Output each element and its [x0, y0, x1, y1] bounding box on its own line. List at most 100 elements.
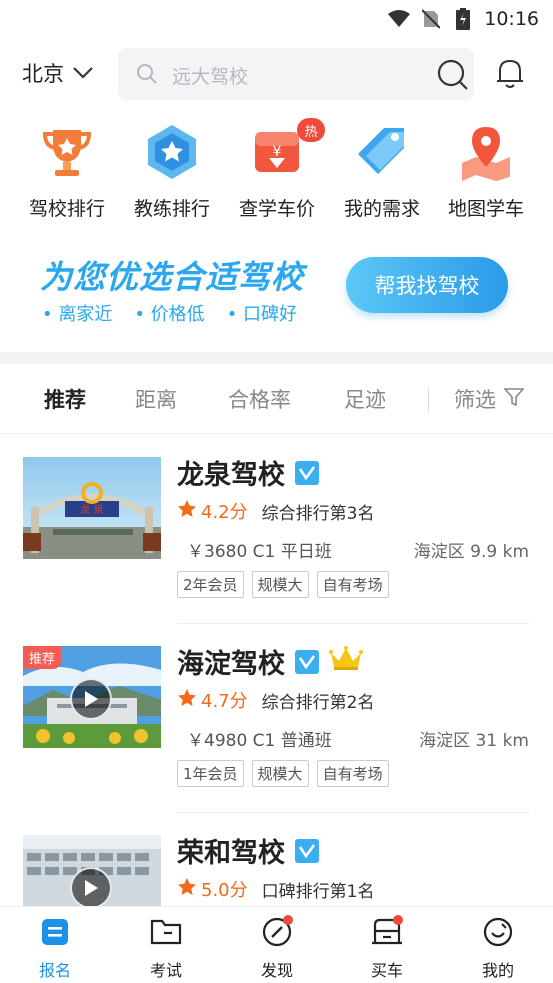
tab-history[interactable]: 足迹: [344, 384, 386, 414]
school-video-thumbnail[interactable]: [23, 835, 161, 906]
quick-nav-map[interactable]: 地图学车: [436, 118, 536, 221]
tag-icon: [332, 118, 432, 186]
car-icon: [347, 915, 427, 949]
nav-exam[interactable]: 考试: [126, 915, 206, 981]
school-list-item[interactable]: 荣和驾校 5.0分 口碑排行第1名: [0, 835, 553, 906]
quick-nav-price[interactable]: ¥ 热 查学车价: [227, 118, 327, 221]
rating-row: 4.7分 综合排行第2名: [177, 687, 374, 713]
school-tag: 2年会员: [177, 571, 244, 598]
quick-nav-label: 查学车价: [238, 198, 315, 220]
quick-nav-label: 教练排行: [133, 198, 210, 220]
nav-label: 买车: [370, 961, 403, 980]
promo-banner: 为您优选合适驾校 • 离家近 • 价格低 • 口碑好 帮我找驾校: [0, 244, 553, 334]
quick-nav-coach-rank[interactable]: 教练排行: [122, 118, 222, 221]
tab-divider: [428, 388, 429, 412]
banner-tag: • 价格低: [134, 304, 205, 325]
svg-text:龙 泉: 龙 泉: [80, 503, 103, 516]
crown-icon: [329, 645, 363, 678]
banner-tag: • 口碑好: [226, 304, 298, 325]
filter-label: 筛选: [454, 388, 496, 412]
sort-tabs: 推荐 距离 合格率 足迹 筛选: [0, 364, 553, 434]
verified-icon: [295, 460, 319, 485]
city-selector[interactable]: 北京: [22, 58, 94, 88]
rating-value: 4.7分: [201, 691, 248, 712]
star-icon: [177, 499, 197, 524]
school-tag: 自有考场: [316, 571, 389, 598]
banner-tag: • 离家近: [42, 304, 113, 325]
quick-nav-label: 驾校排行: [28, 198, 105, 220]
nav-label: 报名: [38, 961, 71, 980]
quick-nav: 驾校排行 教练排行 ¥ 热 查学车价 我的需求 地图学车: [0, 118, 553, 228]
school-name: 荣和驾校: [177, 835, 319, 870]
rank-text: 综合排行第2名: [261, 692, 375, 713]
price-tag-icon: ¥ 热: [227, 118, 327, 186]
hot-badge: 热: [297, 118, 325, 142]
filter-icon: [503, 387, 525, 412]
medal-badge-icon: [122, 118, 222, 186]
star-icon: [177, 877, 197, 902]
school-name-text: 海淀驾校: [177, 649, 285, 680]
school-tag: 规模大: [251, 760, 309, 787]
play-icon[interactable]: [70, 678, 112, 720]
price-text: ￥3680 C1 平日班: [187, 542, 332, 562]
star-icon: [177, 688, 197, 713]
search-button-icon[interactable]: [436, 58, 470, 96]
signup-icon: [15, 915, 95, 949]
school-tags: 1年会员 规模大 自有考场: [177, 760, 389, 787]
nav-buy-car[interactable]: 买车: [347, 915, 427, 981]
rating-value: 4.2分: [201, 502, 248, 523]
city-label: 北京: [22, 62, 64, 86]
status-time: 10:16: [484, 8, 539, 30]
recommend-badge: 推荐: [23, 646, 62, 669]
nav-profile[interactable]: 我的: [458, 915, 538, 981]
school-photo: 龙 泉: [23, 457, 161, 559]
school-tag: 1年会员: [177, 760, 244, 787]
search-input[interactable]: 远大驾校: [118, 48, 474, 100]
quick-nav-label: 我的需求: [343, 198, 420, 220]
school-video-thumbnail[interactable]: 推荐: [23, 646, 161, 748]
location-distance: 海淀区 9.9 km: [413, 542, 529, 562]
folder-icon: [126, 915, 206, 949]
find-school-button[interactable]: 帮我找驾校: [346, 257, 508, 313]
school-name: 海淀驾校: [177, 642, 363, 681]
nav-label: 考试: [149, 961, 182, 980]
nav-label: 发现: [260, 961, 293, 980]
quick-nav-school-rank[interactable]: 驾校排行: [17, 118, 117, 221]
list-divider: [177, 623, 530, 624]
svg-text:¥: ¥: [273, 144, 282, 160]
wifi-icon: [388, 9, 411, 29]
rank-text: 综合排行第3名: [261, 503, 375, 524]
chevron-down-icon: [72, 61, 94, 85]
tab-distance[interactable]: 距离: [135, 384, 177, 414]
tab-recommend[interactable]: 推荐: [44, 384, 86, 414]
nav-discover[interactable]: 发现: [237, 915, 317, 981]
rating-value: 5.0分: [201, 880, 248, 901]
notification-dot: [283, 915, 293, 925]
bottom-nav: 报名 考试 发现 买车 我的: [0, 906, 553, 983]
status-bar: 10:16: [0, 0, 553, 38]
smile-icon: [458, 915, 538, 949]
search-icon: [136, 63, 158, 89]
school-name: 龙泉驾校: [177, 453, 319, 492]
search-placeholder: 远大驾校: [172, 66, 249, 88]
tab-pass-rate[interactable]: 合格率: [228, 384, 291, 414]
rank-text: 口碑排行第1名: [261, 881, 375, 902]
play-icon[interactable]: [70, 867, 112, 906]
list-divider: [177, 812, 530, 813]
rating-row: 5.0分 口碑排行第1名: [177, 876, 374, 902]
school-tag: 自有考场: [316, 760, 389, 787]
nav-signup[interactable]: 报名: [15, 915, 95, 981]
price-text: ￥4980 C1 普通班: [187, 731, 332, 751]
section-divider: [0, 352, 553, 364]
map-pin-icon: [436, 118, 536, 186]
notification-dot: [393, 915, 403, 925]
header: 北京 远大驾校: [0, 46, 553, 102]
bell-icon[interactable]: [495, 57, 525, 93]
quick-nav-my-needs[interactable]: 我的需求: [332, 118, 432, 221]
banner-tags: • 离家近 • 价格低 • 口碑好: [42, 300, 297, 326]
filter-button[interactable]: 筛选: [454, 384, 525, 414]
school-list-item[interactable]: 推荐 海淀驾校 4.7分 综合排行第2名 ￥4980 C1 普通班 海淀区 31…: [0, 646, 553, 835]
school-list-item[interactable]: 龙 泉 龙泉驾校 4.2分 综合排行第3名 ￥3680 C1 平日班 海淀区 9…: [0, 457, 553, 646]
school-name-text: 荣和驾校: [177, 838, 285, 869]
trophy-icon: [17, 118, 117, 186]
